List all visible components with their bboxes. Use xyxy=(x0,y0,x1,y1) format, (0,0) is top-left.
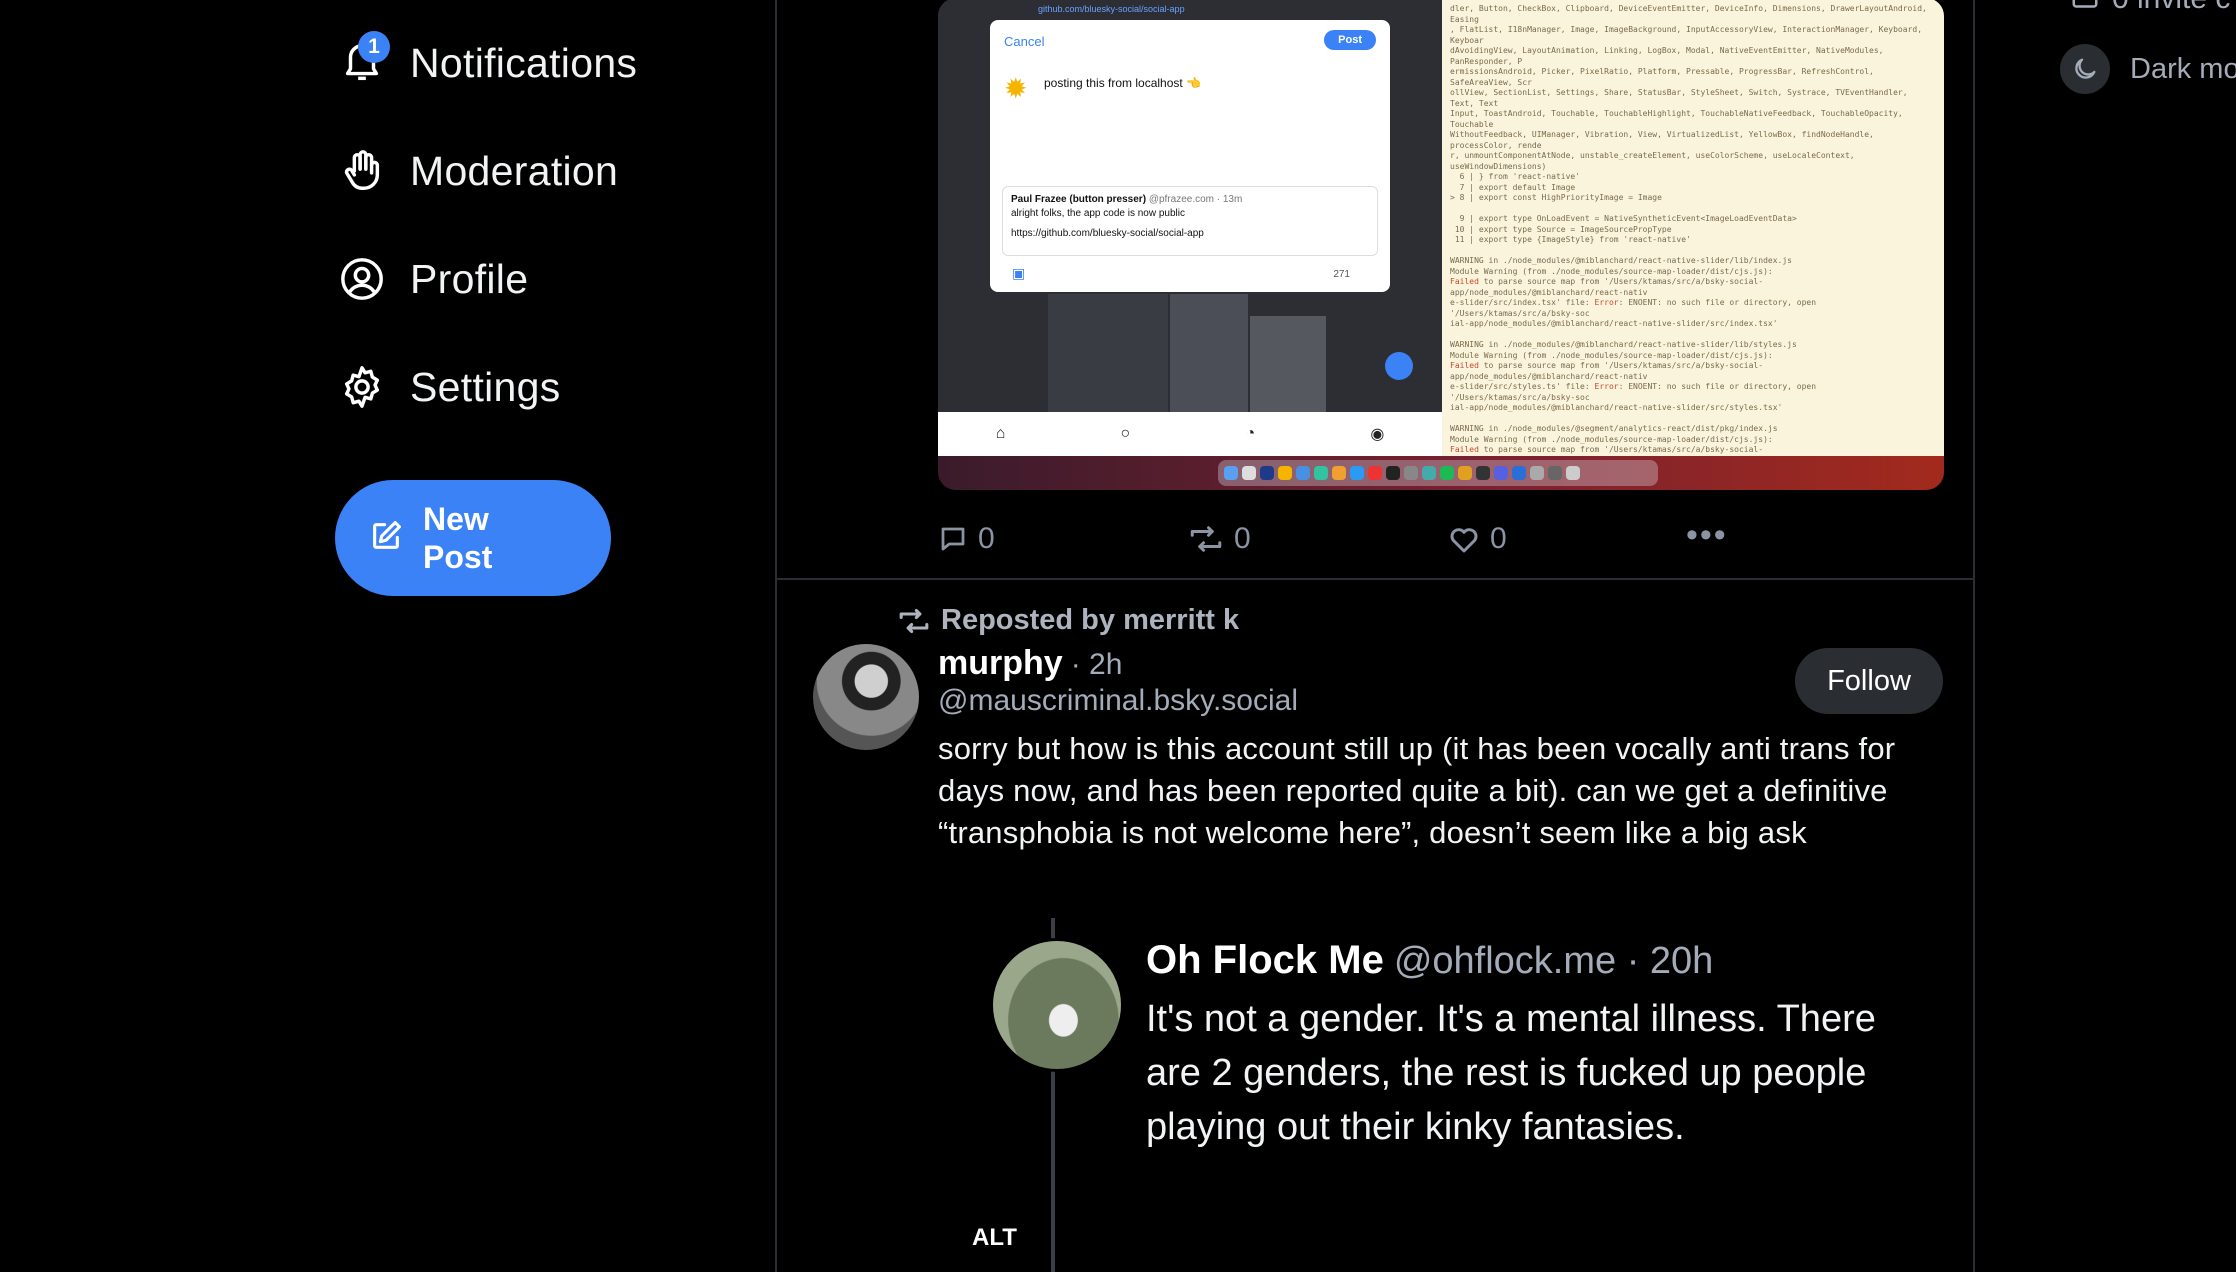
nav-item-notifications[interactable]: 1 Notifications xyxy=(336,31,638,93)
screenshot-compose-dialog: Cancel Post ✹ posting this from localhos… xyxy=(990,20,1390,292)
screenshot-quote-text: alright folks, the app code is now publi… xyxy=(1011,208,1185,219)
screenshot-quote-link: https://github.com/bluesky-social/social… xyxy=(1011,228,1204,239)
notification-count-badge: 1 xyxy=(358,31,390,63)
screenshot-post-text: Post xyxy=(1324,30,1376,50)
bell-icon: 1 xyxy=(336,31,390,89)
screenshot-photo-tile xyxy=(1048,294,1168,412)
screenshot-compose-text: posting this from localhost 👈 xyxy=(1044,76,1202,90)
user-circle-icon xyxy=(336,253,388,305)
author-handle[interactable]: @mauscriminal.bsky.social xyxy=(938,684,1298,718)
repost-icon xyxy=(899,608,929,633)
repost-button[interactable]: 0 xyxy=(1188,522,1251,556)
dark-mode-toggle[interactable]: Dark mo xyxy=(2060,44,2236,94)
nav-label-profile: Profile xyxy=(410,255,529,302)
moon-icon xyxy=(2060,44,2110,94)
new-post-label: New Post xyxy=(423,501,493,575)
bell-icon: ◔ xyxy=(1245,425,1256,442)
right-sidebar: 0 invite c Dark mo xyxy=(2040,0,2236,100)
screenshot-fab xyxy=(1385,352,1413,380)
reply-button[interactable]: 0 xyxy=(938,522,995,556)
sun-avatar-icon: ✹ xyxy=(1004,73,1028,104)
nav-item-profile[interactable]: Profile xyxy=(336,249,528,309)
search-icon: ○ xyxy=(1120,425,1131,442)
screenshot-quote-author: Paul Frazee (button presser) xyxy=(1011,194,1147,205)
post-image-embed[interactable]: github.com/bluesky-social/social-app Can… xyxy=(938,0,1944,490)
reply-count: 0 xyxy=(978,522,995,555)
gear-icon xyxy=(336,361,388,413)
repost-count: 0 xyxy=(1234,522,1251,555)
embedded-post-header: Oh Flock Me @ohflock.me · 20h xyxy=(1146,938,1713,983)
screenshot-photo-tile xyxy=(1170,294,1248,412)
user-circle-icon: ◉ xyxy=(1370,426,1385,443)
nav-item-settings[interactable]: Settings xyxy=(336,357,561,417)
nav-item-moderation[interactable]: Moderation xyxy=(336,141,618,201)
screenshot-cancel-text: Cancel xyxy=(1004,34,1045,49)
embedded-author-name: Oh Flock Me xyxy=(1146,938,1384,982)
nav-label-notifications: Notifications xyxy=(410,39,638,86)
like-button[interactable]: 0 xyxy=(1448,522,1507,556)
more-options-button[interactable]: ••• xyxy=(1686,516,1728,555)
post-actions: 0 0 0 ••• xyxy=(938,516,1738,562)
follow-button[interactable]: Follow xyxy=(1795,648,1943,714)
ellipsis-icon: ••• xyxy=(1686,516,1728,554)
repost-icon xyxy=(1190,526,1222,552)
heart-icon xyxy=(1450,528,1478,553)
left-sidebar: 1 Notifications Moderation Profile Setti… xyxy=(0,0,776,1272)
screenshot-phone-view: github.com/bluesky-social/social-app Can… xyxy=(938,0,1442,456)
repost-attribution[interactable]: Reposted by merritt k xyxy=(897,604,1239,637)
embedded-handle-time: @ohflock.me · 20h xyxy=(1393,940,1714,982)
post-body-text: sorry but how is this account still up (… xyxy=(938,731,1896,850)
screenshot-quote-handle: @pfrazee.com · 13m xyxy=(1148,194,1243,205)
post-divider xyxy=(777,578,1973,580)
dark-mode-label: Dark mo xyxy=(2130,52,2236,85)
compose-icon xyxy=(369,519,403,558)
invite-codes-link[interactable]: 0 invite c xyxy=(2070,0,2230,16)
screenshot-tab-bar: ⌂ ○ ◔ ◉ xyxy=(938,412,1442,456)
screenshot-top-link: github.com/bluesky-social/social-app xyxy=(1038,4,1185,14)
post-author[interactable]: murphy · 2h xyxy=(938,644,1122,683)
embedded-post-text: It's not a gender. It's a mental illness… xyxy=(1146,998,1876,1148)
reply-icon xyxy=(941,527,965,551)
nav-label-moderation: Moderation xyxy=(410,147,619,194)
invite-codes-label: 0 invite c xyxy=(2112,0,2230,16)
screenshot-quote-card: Paul Frazee (button presser) @pfrazee.co… xyxy=(1002,186,1378,256)
screenshot-dock xyxy=(938,456,1944,490)
new-post-button[interactable]: New Post xyxy=(335,480,611,596)
post-image-embed-2[interactable]: Oh Flock Me @ohflock.me · 20h It's not a … xyxy=(938,912,1944,1272)
post-timestamp: · 2h xyxy=(1070,648,1123,681)
image-icon: ▣ xyxy=(1012,265,1026,281)
screenshot-photo-tile xyxy=(1250,316,1326,412)
home-icon: ⌂ xyxy=(995,425,1006,442)
dock-icons xyxy=(1218,460,1658,486)
like-count: 0 xyxy=(1490,522,1507,555)
ticket-icon xyxy=(2072,0,2098,8)
reposted-by-text: Reposted by merritt k xyxy=(941,604,1240,636)
embedded-author-avatar xyxy=(990,938,1124,1072)
screenshot-terminal-log: dler, Button, CheckBox, Clipboard, Devic… xyxy=(1442,0,1944,456)
author-avatar[interactable] xyxy=(813,644,919,750)
hand-icon xyxy=(336,145,388,197)
alt-text-badge[interactable]: ALT xyxy=(968,1222,1021,1254)
author-display-name: murphy xyxy=(938,644,1063,682)
nav-label-settings: Settings xyxy=(410,363,561,410)
screenshot-char-count: 271 xyxy=(1333,269,1350,280)
feed-column: github.com/bluesky-social/social-app Can… xyxy=(775,0,1975,1272)
